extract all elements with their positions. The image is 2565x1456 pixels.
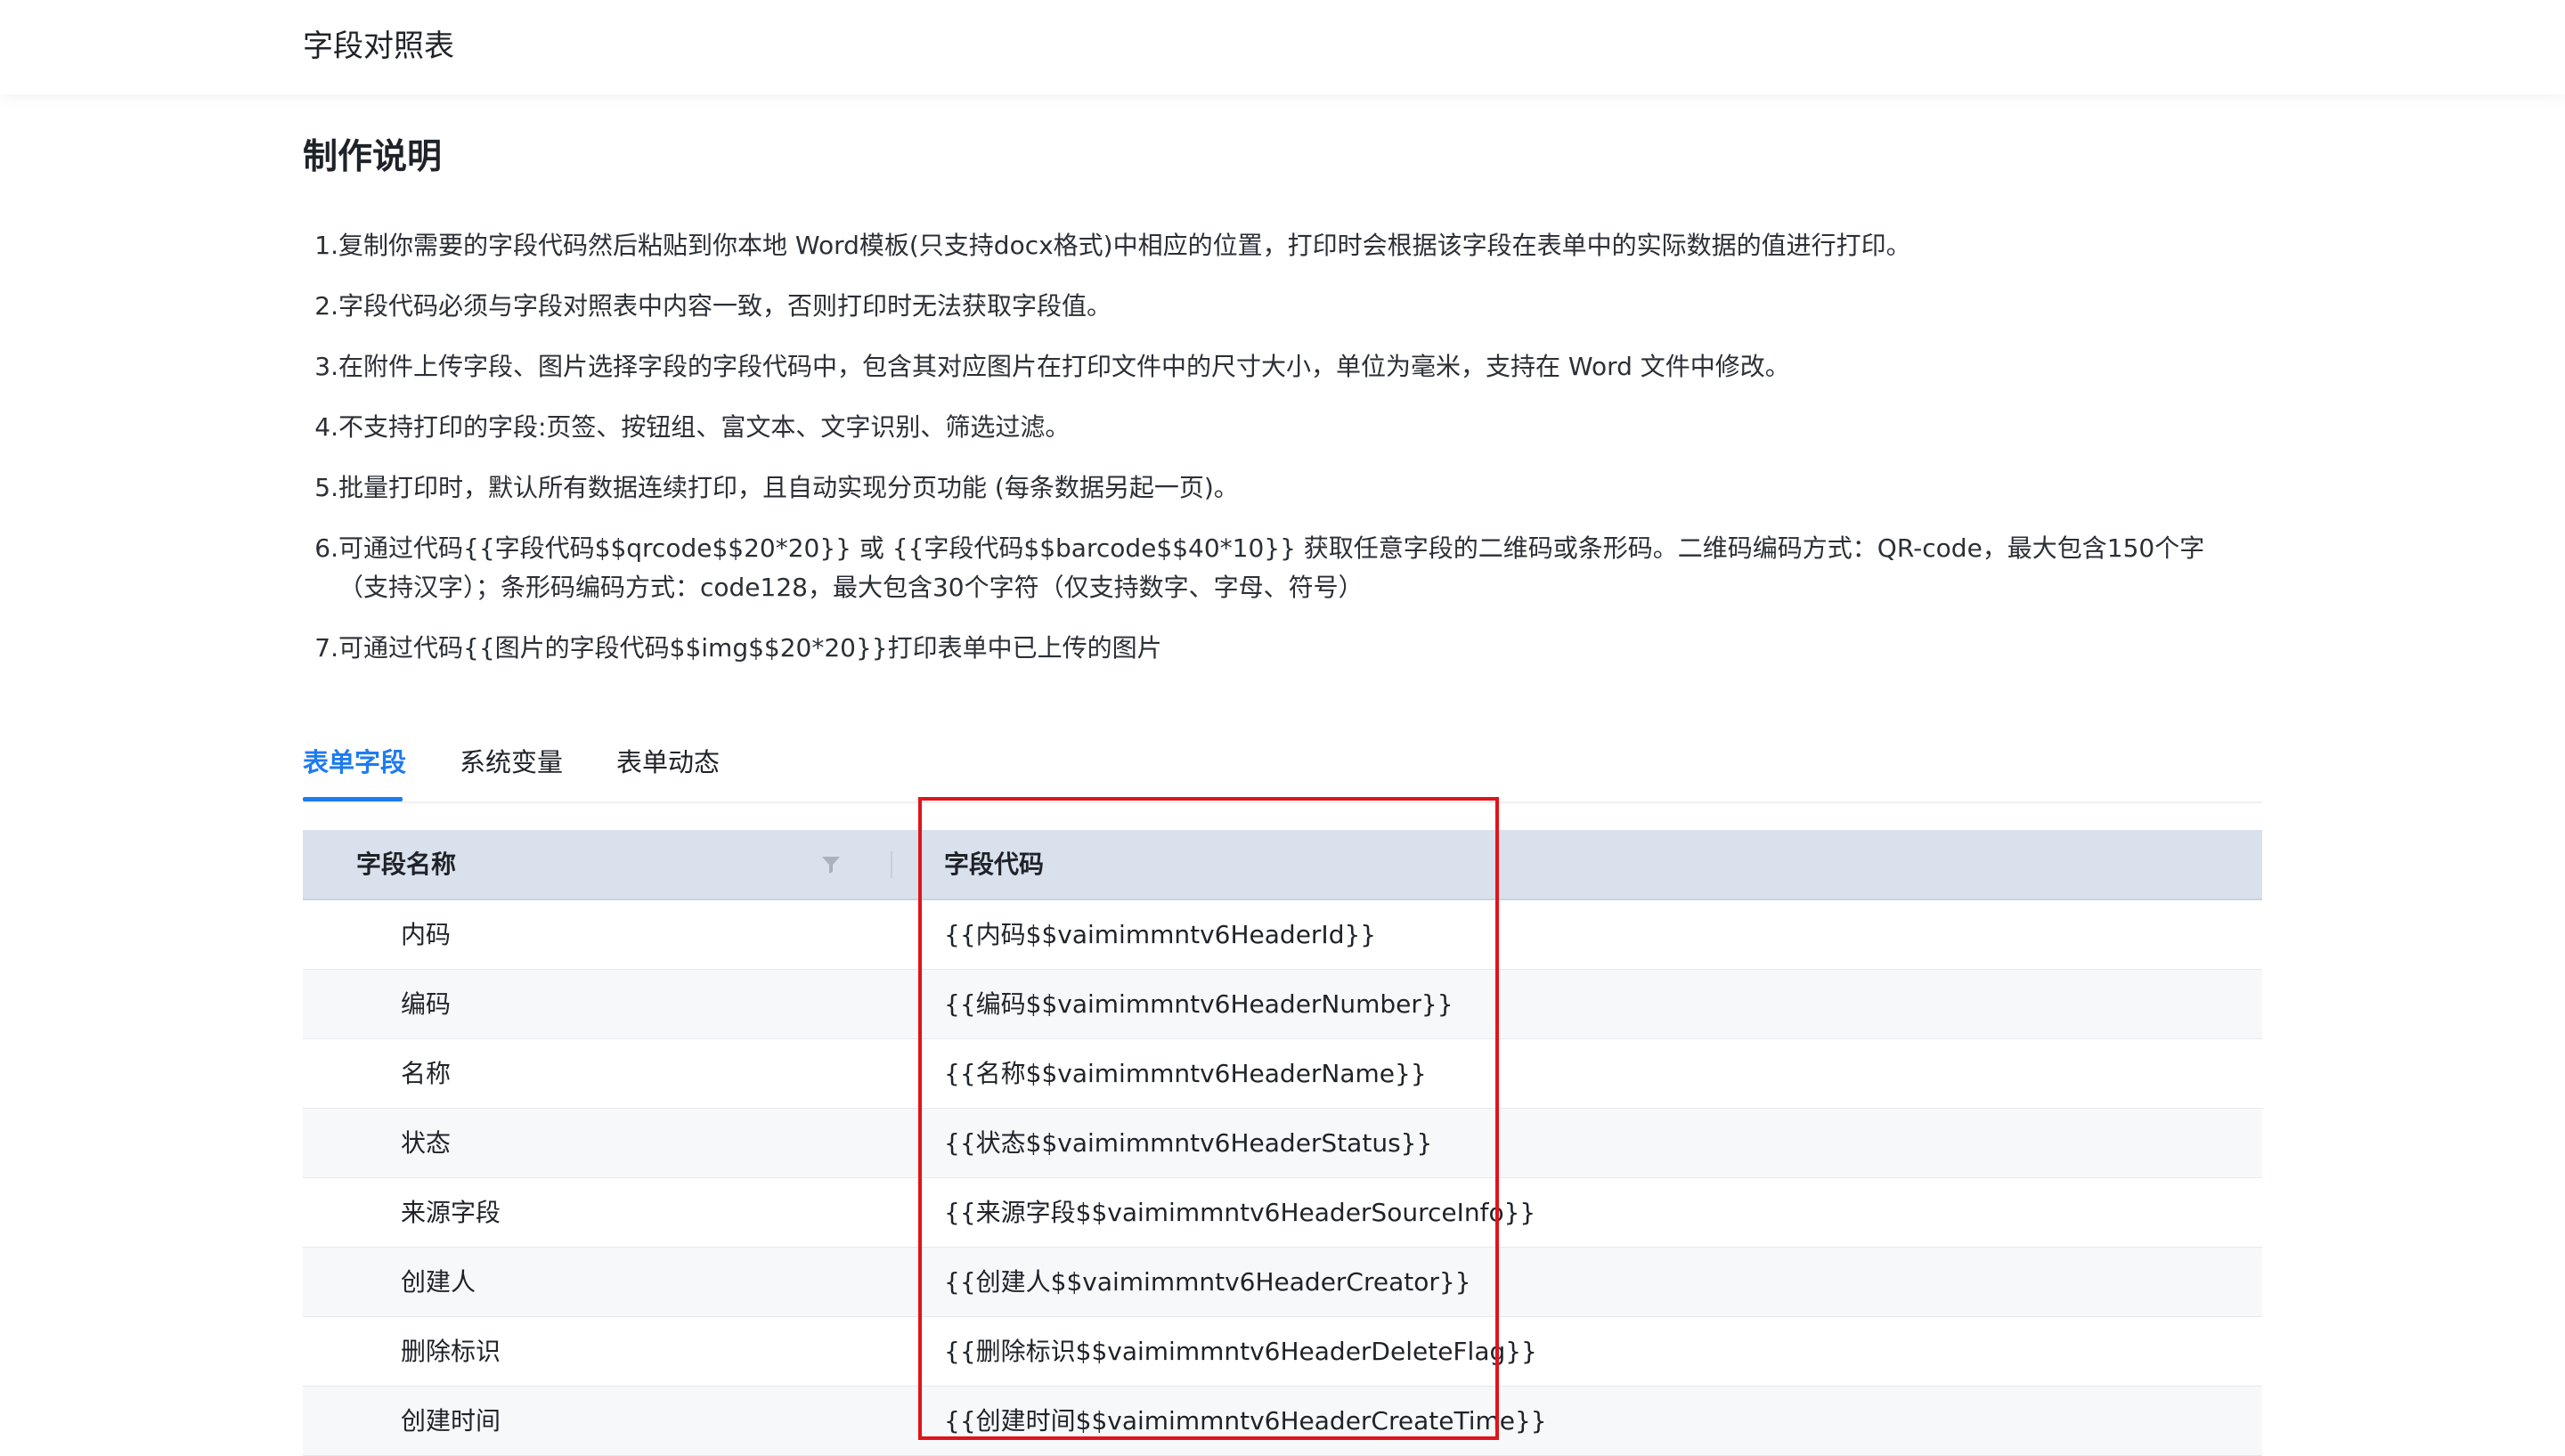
field-mapping-table: 字段名称 字段代码 内码 {{内码$$vaimimmntv6HeaderId}}… [303, 830, 2262, 1456]
column-divider [891, 851, 892, 878]
instruction-item: 5. 批量打印时，默认所有数据连续打印，且自动实现分页功能 (每条数据另起一页)… [303, 468, 2244, 508]
instructions-title: 制作说明 [303, 137, 443, 177]
instruction-number: 1. [314, 231, 338, 260]
field-code-cell[interactable]: {{内码$$vaimimmntv6HeaderId}} [944, 900, 1376, 969]
instruction-number: 6. [314, 533, 338, 563]
field-code-cell[interactable]: {{创建人$$vaimimmntv6HeaderCreator}} [944, 1248, 1471, 1316]
instruction-number: 4. [314, 412, 338, 442]
field-tabs: 表单字段 系统变量 表单动态 [303, 732, 2262, 803]
instruction-item: 2. 字段代码必须与字段对照表中内容一致，否则打印时无法获取字段值。 [303, 287, 2244, 326]
field-name-cell: 创建人 [401, 1267, 476, 1297]
instruction-text: 可通过代码{{图片的字段代码$$img$$20*20}}打印表单中已上传的图片 [338, 633, 1162, 663]
instruction-text: 批量打印时，默认所有数据连续打印，且自动实现分页功能 (每条数据另起一页)。 [338, 473, 1239, 502]
table-row: 名称 {{名称$$vaimimmntv6HeaderName}} [303, 1039, 2262, 1109]
instruction-item: 3. 在附件上传字段、图片选择字段的字段代码中，包含其对应图片在打印文件中的尺寸… [303, 347, 2244, 386]
filter-icon[interactable] [821, 855, 841, 874]
column-header-field-code: 字段代码 [944, 850, 1045, 879]
field-code-cell[interactable]: {{名称$$vaimimmntv6HeaderName}} [944, 1039, 1427, 1108]
table-row: 创建人 {{创建人$$vaimimmntv6HeaderCreator}} [303, 1248, 2262, 1317]
tab-form-dynamics[interactable]: 表单动态 [616, 744, 720, 780]
table-header: 字段名称 字段代码 [303, 830, 2262, 900]
instruction-number: 5. [314, 473, 338, 502]
instruction-number: 3. [314, 352, 338, 381]
table-row: 创建时间 {{创建时间$$vaimimmntv6HeaderCreateTime… [303, 1387, 2262, 1456]
field-code-cell[interactable]: {{编码$$vaimimmntv6HeaderNumber}} [944, 970, 1454, 1038]
field-name-cell: 创建时间 [401, 1406, 501, 1436]
field-name-cell: 状态 [401, 1128, 452, 1158]
table-row: 内码 {{内码$$vaimimmntv6HeaderId}} [303, 900, 2262, 970]
instruction-item: 4. 不支持打印的字段:页签、按钮组、富文本、文字识别、筛选过滤。 [303, 408, 2244, 447]
instruction-item: 1. 复制你需要的字段代码然后粘贴到你本地 Word模板(只支持docx格式)中… [303, 226, 2244, 265]
field-name-cell: 内码 [401, 920, 452, 949]
field-code-cell[interactable]: {{来源字段$$vaimimmntv6HeaderSourceInfo}} [944, 1178, 1535, 1247]
field-name-cell: 删除标识 [401, 1337, 501, 1366]
field-name-cell: 编码 [401, 989, 452, 1019]
instruction-item: 6. 可通过代码{{字段代码$$qrcode$$20*20}} 或 {{字段代码… [303, 529, 2244, 607]
table-row: 编码 {{编码$$vaimimmntv6HeaderNumber}} [303, 970, 2262, 1039]
instruction-text: 不支持打印的字段:页签、按钮组、富文本、文字识别、筛选过滤。 [338, 412, 1071, 442]
tab-form-fields[interactable]: 表单字段 [303, 744, 406, 780]
field-code-cell[interactable]: {{创建时间$$vaimimmntv6HeaderCreateTime}} [944, 1387, 1547, 1455]
column-header-field-name: 字段名称 [356, 850, 457, 879]
field-name-cell: 来源字段 [401, 1198, 501, 1227]
active-tab-indicator [303, 797, 403, 801]
tab-system-variables[interactable]: 系统变量 [460, 744, 563, 780]
instruction-text: 复制你需要的字段代码然后粘贴到你本地 Word模板(只支持docx格式)中相应的… [338, 231, 1911, 260]
instruction-text: 在附件上传字段、图片选择字段的字段代码中，包含其对应图片在打印文件中的尺寸大小，… [338, 352, 1790, 381]
page-title: 字段对照表 [303, 28, 454, 64]
table-row: 状态 {{状态$$vaimimmntv6HeaderStatus}} [303, 1109, 2262, 1178]
top-bar: 字段对照表 [0, 0, 2565, 94]
instructions-list: 1. 复制你需要的字段代码然后粘贴到你本地 Word模板(只支持docx格式)中… [303, 226, 2244, 689]
instruction-text: 字段代码必须与字段对照表中内容一致，否则打印时无法获取字段值。 [338, 291, 1112, 321]
instruction-number: 7. [314, 633, 338, 663]
instruction-item: 7. 可通过代码{{图片的字段代码$$img$$20*20}}打印表单中已上传的… [303, 629, 2244, 668]
table-row: 来源字段 {{来源字段$$vaimimmntv6HeaderSourceInfo… [303, 1178, 2262, 1248]
field-name-cell: 名称 [401, 1059, 452, 1088]
field-code-cell[interactable]: {{删除标识$$vaimimmntv6HeaderDeleteFlag}} [944, 1317, 1537, 1386]
instruction-text: 可通过代码{{字段代码$$qrcode$$20*20}} 或 {{字段代码$$b… [338, 533, 2205, 602]
instruction-number: 2. [314, 291, 338, 321]
field-code-cell[interactable]: {{状态$$vaimimmntv6HeaderStatus}} [944, 1109, 1432, 1177]
table-row: 删除标识 {{删除标识$$vaimimmntv6HeaderDeleteFlag… [303, 1317, 2262, 1387]
